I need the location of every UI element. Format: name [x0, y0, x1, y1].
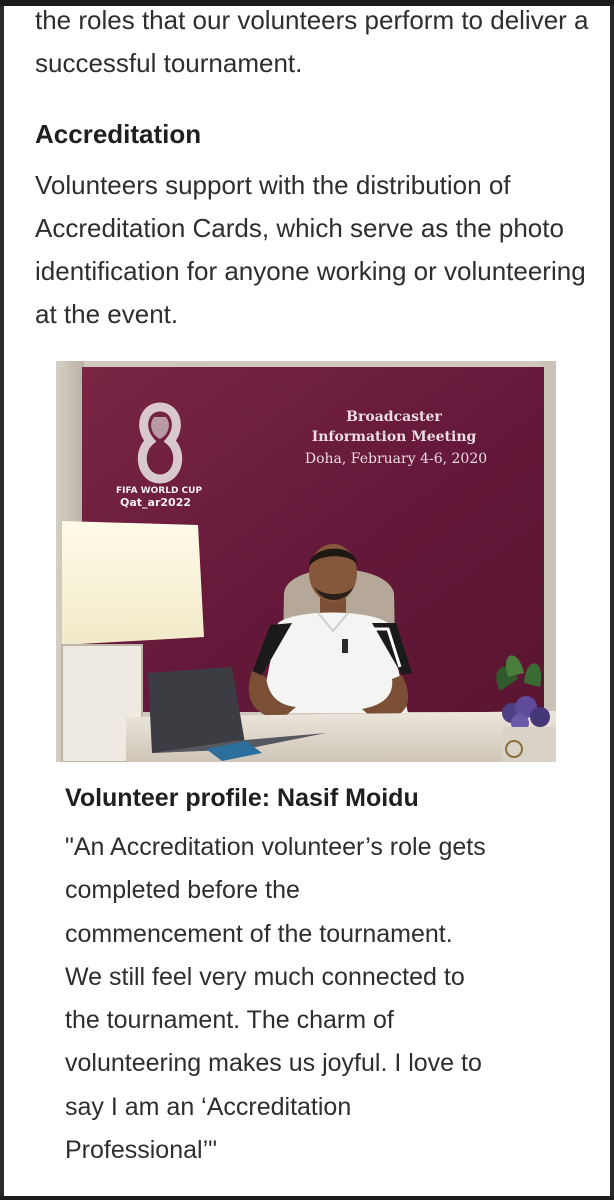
volunteer-photo: FIFA WORLD CUP Qat_ar2022 Broadcaster In… — [56, 361, 556, 762]
quote-line: Professional’" — [65, 1136, 218, 1165]
quote-line: commencement of the tournament. — [65, 919, 453, 948]
section-body: Volunteers support with the distribution… — [35, 170, 586, 329]
article-page: the roles that our volunteers perform to… — [4, 6, 610, 1196]
quote-line: completed before the — [65, 876, 300, 905]
quote-line: the tournament. The charm of — [65, 1006, 394, 1035]
backdrop-line-1: Broadcaster — [346, 409, 442, 425]
section-heading: Accreditation — [35, 119, 202, 149]
intro-paragraph: the roles that our volunteers perform to… — [35, 6, 589, 78]
quote-line: We still feel very much connected to — [65, 962, 465, 991]
backdrop-line-2: Information Meeting — [312, 429, 477, 445]
quote-line: volunteering makes us joyful. I love to — [65, 1049, 482, 1078]
quote-line: say I am an ‘Accreditation — [65, 1092, 352, 1121]
logo-line-2: Qat_ar2022 — [120, 496, 191, 509]
bottom-border — [0, 1196, 614, 1200]
profile-title: Volunteer profile: Nasif Moidu — [65, 784, 419, 812]
backdrop-line-3: Doha, February 4-6, 2020 — [305, 451, 487, 467]
quote-line: "An Accreditation volunteer’s role gets — [65, 833, 486, 861]
logo-line-1: FIFA WORLD CUP — [116, 486, 202, 496]
profile-quote: "An Accreditation volunteer’s role gets … — [65, 826, 585, 1172]
